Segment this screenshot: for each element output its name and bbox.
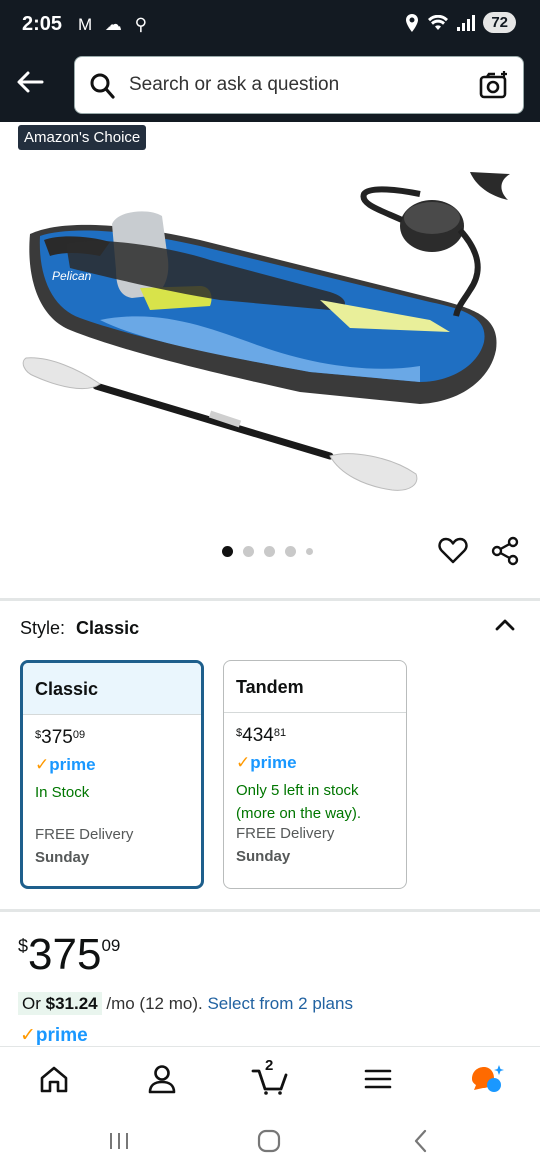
style-selector-header[interactable]: Style: Classic — [20, 618, 139, 639]
delivery-day: Sunday — [35, 849, 90, 866]
prime-check-icon: ✓ — [236, 753, 251, 772]
pagination-dot[interactable] — [264, 546, 275, 557]
stock-status: In Stock — [35, 784, 90, 801]
account-icon — [148, 1065, 176, 1094]
share-icon[interactable] — [490, 536, 520, 566]
option-title: Tandem — [224, 661, 406, 713]
style-option-classic[interactable]: Classic $ 375 09 ✓prime In Stock FREE De… — [20, 660, 204, 889]
delivery-day: Sunday — [236, 848, 291, 865]
prime-logo: ✓prime — [236, 753, 297, 772]
recent-apps-button[interactable] — [104, 1126, 134, 1156]
installment-offer: Or $31.24 /mo (12 mo). Select from 2 pla… — [18, 992, 353, 1015]
pagination-dot[interactable] — [285, 546, 296, 557]
menu-icon — [364, 1069, 392, 1089]
arrow-left-icon — [17, 71, 44, 93]
option-price: $ 375 09 — [35, 727, 189, 749]
battery-level: 72 — [483, 12, 516, 33]
recent-apps-icon — [110, 1133, 128, 1149]
installment-amount: $31.24 — [45, 994, 98, 1013]
section-divider — [0, 909, 540, 912]
nav-account[interactable] — [142, 1059, 182, 1099]
installment-amount-chip: Or $31.24 — [18, 992, 102, 1015]
nav-menu[interactable] — [358, 1059, 398, 1099]
prime-logo: ✓prime — [20, 1025, 88, 1046]
camera-icon[interactable] — [479, 70, 509, 100]
price-whole: 434 — [242, 725, 274, 746]
installment-terms: /mo (12 mo). — [106, 994, 203, 1013]
nav-cart[interactable]: 2 — [250, 1057, 290, 1099]
signal-icon — [457, 14, 476, 31]
cart-count-badge: 2 — [265, 1057, 274, 1074]
select-plans-link[interactable]: Select from 2 plans — [207, 994, 353, 1013]
system-navigation-bar — [0, 1108, 540, 1170]
search-header: Search or ask a question — [0, 50, 540, 122]
search-placeholder: Search or ask a question — [129, 74, 340, 95]
option-price: $ 434 81 — [236, 725, 394, 747]
status-bar: 2:05 M ☁ ⚲ 72 — [0, 0, 540, 50]
chevron-up-icon[interactable] — [494, 614, 516, 636]
style-option-tandem[interactable]: Tandem $ 434 81 ✓prime Only 5 left in st… — [223, 660, 407, 889]
status-time: 2:05 — [22, 13, 63, 35]
search-icon — [90, 73, 115, 99]
system-back-button[interactable] — [406, 1126, 436, 1156]
price-fraction: 81 — [273, 727, 287, 739]
wifi-icon — [428, 14, 449, 30]
price-fraction: 09 — [101, 936, 121, 955]
delivery-text: FREE Delivery — [35, 826, 134, 843]
image-pagination[interactable] — [222, 546, 313, 557]
currency-symbol: $ — [35, 729, 42, 741]
home-circle-icon — [257, 1129, 281, 1153]
back-button[interactable] — [12, 64, 48, 100]
price-whole: 375 — [28, 930, 102, 979]
delivery-text: FREE Delivery — [236, 825, 335, 842]
system-status-icons: 72 — [405, 12, 516, 33]
option-title: Classic — [23, 663, 201, 715]
section-divider — [0, 598, 540, 601]
prime-logo: ✓prime — [35, 755, 96, 774]
price-whole: 375 — [41, 727, 73, 748]
search-input[interactable]: Search or ask a question — [74, 56, 524, 114]
svg-text:Pelican: Pelican — [52, 269, 92, 283]
location-icon — [406, 13, 419, 32]
notification-icons: M ☁ ⚲ — [78, 15, 152, 34]
nav-rufus[interactable] — [466, 1059, 506, 1099]
rufus-icon — [472, 1065, 504, 1092]
product-price: $ 375 09 — [18, 930, 120, 980]
price-fraction: 09 — [72, 729, 86, 741]
nav-home[interactable] — [34, 1059, 74, 1099]
prime-check-icon: ✓ — [35, 755, 50, 774]
pagination-dot[interactable] — [243, 546, 254, 557]
style-label: Style: — [20, 618, 66, 638]
pagination-dot[interactable] — [222, 546, 233, 557]
chevron-left-icon — [414, 1129, 427, 1153]
currency-symbol: $ — [18, 936, 29, 956]
style-value: Classic — [76, 618, 140, 638]
bottom-navigation: 2 — [0, 1046, 540, 1108]
home-icon — [40, 1066, 68, 1093]
pagination-dot[interactable] — [306, 548, 313, 555]
home-button[interactable] — [254, 1126, 284, 1156]
amazons-choice-badge: Amazon's Choice — [18, 125, 147, 150]
currency-symbol: $ — [236, 727, 243, 739]
stock-status: Only 5 left in stock (more on the way). — [236, 782, 362, 822]
heart-icon[interactable] — [438, 536, 468, 564]
prime-check-icon: ✓ — [20, 1025, 36, 1046]
product-image-gallery[interactable]: Amazon's Choice Pelican — [0, 122, 540, 600]
product-image[interactable]: Pelican — [0, 160, 540, 500]
